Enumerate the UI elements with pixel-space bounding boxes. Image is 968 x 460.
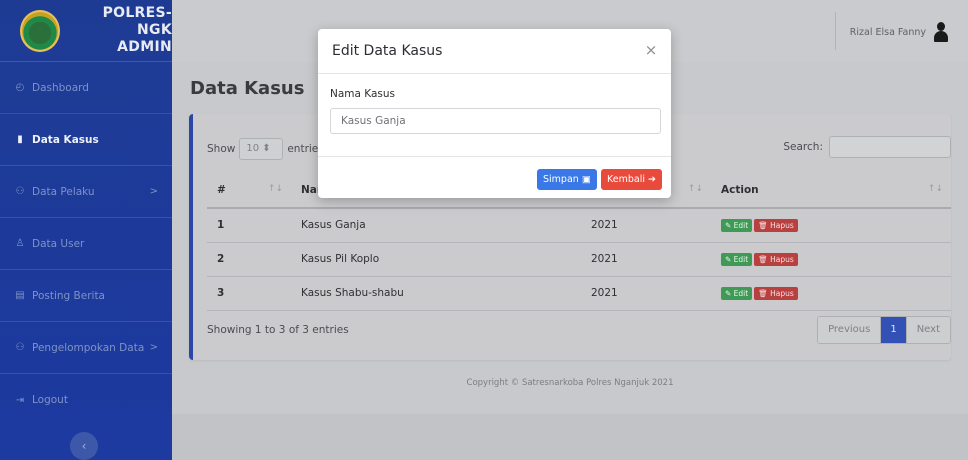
edit-kasus-modal: Edit Data Kasus × Nama Kasus Simpan ▣ Ke…	[318, 29, 671, 198]
sidebar-item-data-kasus[interactable]: ▮ Data Kasus	[0, 114, 172, 166]
cell-no: 2	[207, 242, 291, 277]
page-size-select[interactable]: 10 ⬍	[239, 138, 284, 160]
table-row: 1 Kasus Ganja 2021 ✎ Edit 🗑 Hapus	[207, 208, 951, 243]
column-header-no[interactable]: # ↑↓	[207, 172, 291, 209]
brand[interactable]: POLRES-NGK ADMIN	[0, 0, 172, 62]
sort-icon: ↑↓	[267, 184, 283, 194]
sidebar-item-dashboard[interactable]: ◴ Dashboard	[0, 62, 172, 114]
brand-text: POLRES-NGK ADMIN	[74, 5, 172, 56]
user-menu[interactable]: Rizal Elsa Fanny	[850, 22, 948, 42]
sidebar-item-label: Data Pelaku	[32, 185, 95, 198]
sidebar: POLRES-NGK ADMIN ◴ Dashboard ▮ Data Kasu…	[0, 0, 172, 460]
cell-nama: Kasus Ganja	[291, 208, 581, 243]
brand-line1: POLRES-NGK	[102, 5, 172, 38]
sidebar-item-label: Posting Berita	[32, 289, 105, 302]
newspaper-icon: ▤	[15, 290, 25, 301]
table-row: 3 Kasus Shabu-shabu 2021 ✎ Edit 🗑 Hapus	[207, 276, 951, 311]
user-name: Rizal Elsa Fanny	[849, 26, 926, 38]
chevron-right-icon: >	[149, 342, 158, 353]
cell-tahun: 2021	[581, 242, 711, 277]
pagination: Previous 1 Next	[817, 316, 951, 344]
save-button[interactable]: Simpan ▣	[537, 169, 597, 190]
sidebar-toggle-button[interactable]: ‹	[70, 432, 98, 460]
chevron-right-icon: >	[149, 186, 158, 197]
search-control: Search:	[783, 136, 951, 158]
column-header-action[interactable]: Action ↑↓	[711, 172, 951, 209]
search-label: Search:	[783, 141, 823, 153]
page-title: Data Kasus	[190, 78, 305, 99]
pagination-next[interactable]: Next	[905, 317, 950, 343]
chevron-left-icon: ‹	[81, 439, 87, 453]
delete-button[interactable]: 🗑 Hapus	[754, 252, 798, 266]
save-icon: ▣	[581, 174, 591, 185]
show-label: Show	[207, 143, 236, 155]
sidebar-item-label: Data User	[32, 237, 85, 250]
sidebar-item-logout[interactable]: ⇥ Logout	[0, 374, 172, 426]
users-icon: ⚇	[15, 342, 25, 353]
nama-kasus-label: Nama Kasus	[330, 88, 396, 100]
sidebar-item-label: Pengelompokan Data	[32, 341, 145, 354]
cell-action: ✎ Edit 🗑 Hapus	[711, 276, 951, 311]
topbar-divider	[835, 12, 836, 50]
cell-nama: Kasus Shabu-shabu	[291, 276, 581, 311]
sidebar-item-label: Data Kasus	[32, 133, 99, 146]
edit-button[interactable]: ✎ Edit	[721, 252, 753, 266]
pagination-previous[interactable]: Previous	[818, 317, 882, 343]
users-icon: ⚇	[15, 186, 25, 197]
page-size-control: Show 10 ⬍ entries	[207, 138, 324, 160]
footer-bar	[172, 414, 968, 460]
sidebar-item-data-user[interactable]: ♙ Data User	[0, 218, 172, 270]
modal-body: Nama Kasus	[318, 74, 671, 157]
arrow-right-icon: ➔	[648, 174, 656, 185]
modal-header: Edit Data Kasus ×	[318, 29, 671, 74]
cell-nama: Kasus Pil Koplo	[291, 242, 581, 277]
delete-button[interactable]: 🗑 Hapus	[754, 218, 798, 232]
table-info: Showing 1 to 3 of 3 entries	[207, 324, 349, 336]
user-avatar-icon	[934, 22, 948, 42]
sort-icon: ↑↓	[927, 184, 943, 194]
footer-copyright: Copyright © Satresnarkoba Polres Nganjuk…	[466, 378, 674, 388]
cell-tahun: 2021	[581, 208, 711, 243]
police-logo-icon	[20, 9, 60, 52]
nama-kasus-input[interactable]	[330, 108, 661, 134]
close-icon[interactable]: ×	[643, 41, 659, 59]
file-icon: ▮	[17, 134, 23, 145]
cell-no: 3	[207, 276, 291, 311]
delete-button[interactable]: 🗑 Hapus	[754, 286, 798, 300]
dashboard-icon: ◴	[15, 82, 25, 93]
modal-title: Edit Data Kasus	[332, 43, 443, 59]
sidebar-item-posting-berita[interactable]: ▤ Posting Berita	[0, 270, 172, 322]
search-input[interactable]	[829, 136, 951, 158]
modal-footer: Simpan ▣ Kembali ➔	[318, 157, 671, 198]
sort-icon: ↑↓	[687, 184, 703, 194]
cell-action: ✎ Edit 🗑 Hapus	[711, 208, 951, 243]
sidebar-item-pengelompokan-data[interactable]: ⚇ Pengelompokan Data >	[0, 322, 172, 374]
edit-button[interactable]: ✎ Edit	[721, 286, 753, 300]
pagination-page-1[interactable]: 1	[881, 317, 906, 343]
cell-no: 1	[207, 208, 291, 243]
logout-icon: ⇥	[15, 394, 25, 406]
brand-line2: ADMIN	[117, 39, 172, 55]
sidebar-item-label: Logout	[32, 394, 68, 406]
back-button[interactable]: Kembali ➔	[601, 169, 662, 190]
table-row: 2 Kasus Pil Koplo 2021 ✎ Edit 🗑 Hapus	[207, 242, 951, 277]
sidebar-item-data-pelaku[interactable]: ⚇ Data Pelaku >	[0, 166, 172, 218]
cell-tahun: 2021	[581, 276, 711, 311]
user-icon: ♙	[15, 238, 25, 249]
edit-button[interactable]: ✎ Edit	[721, 218, 753, 232]
cell-action: ✎ Edit 🗑 Hapus	[711, 242, 951, 277]
sidebar-item-label: Dashboard	[32, 81, 89, 94]
